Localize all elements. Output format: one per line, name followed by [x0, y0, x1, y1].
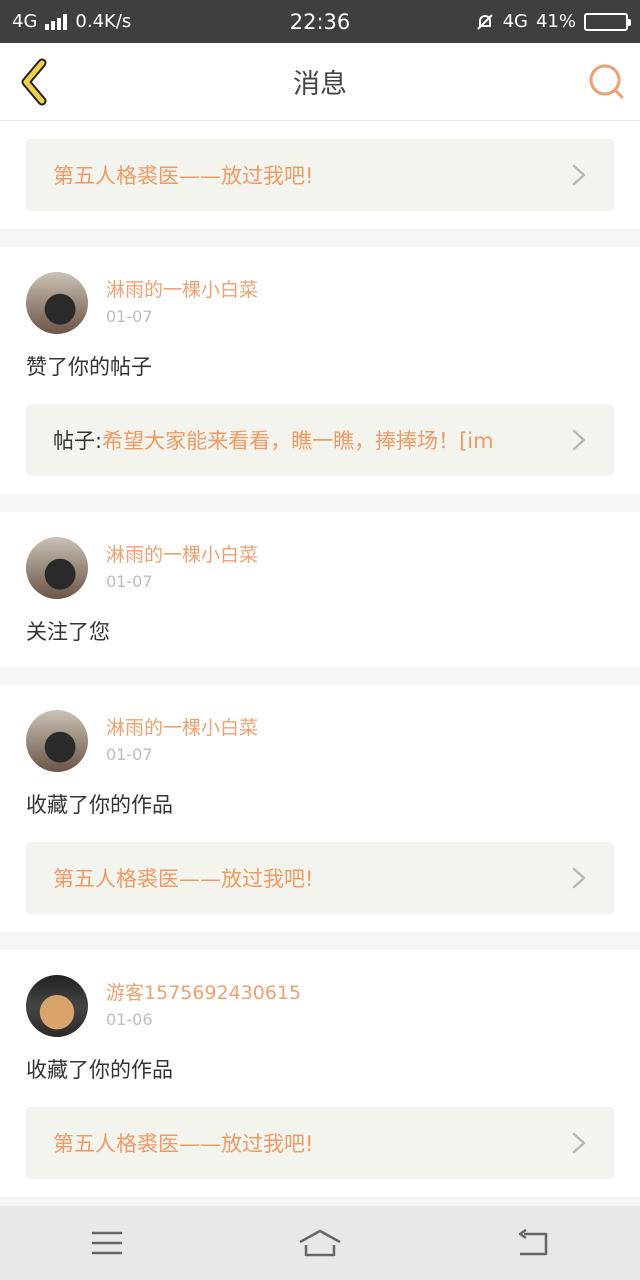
message-action: 赞了你的帖子: [26, 355, 152, 379]
chevron-right-icon: [572, 867, 586, 889]
work-link[interactable]: 第五人格裘医——放过我吧!: [26, 842, 614, 914]
status-bar: 4G 0.4K/s 22:36 4G 41%: [0, 0, 640, 43]
battery-percent: 41%: [535, 11, 576, 32]
top-navbar: 消息: [0, 43, 640, 121]
list-item: 淋雨的一棵小白菜 01-07 赞了你的帖子 帖子:希望大家能来看看，瞧一瞧，捧捧…: [0, 247, 640, 494]
list-item: 淋雨的一棵小白菜 01-07 关注了您: [0, 512, 640, 667]
message-action: 关注了您: [26, 620, 110, 644]
username[interactable]: 淋雨的一棵小白菜: [106, 542, 258, 568]
menu-icon: [91, 1231, 122, 1255]
search-icon[interactable]: [586, 61, 626, 101]
network-label: 4G: [12, 11, 38, 32]
menu-button[interactable]: [77, 1221, 137, 1265]
home-icon: [299, 1229, 341, 1257]
page-title: 消息: [293, 69, 347, 100]
work-link[interactable]: 第五人格裘医——放过我吧!: [26, 1107, 614, 1179]
back-icon: [519, 1229, 548, 1256]
system-nav-bar: [0, 1206, 640, 1280]
chevron-right-icon: [572, 429, 586, 451]
message-date: 01-06: [106, 1010, 153, 1029]
list-item: 游客1575692430615 01-06 收藏了你的作品 第五人格裘医——放过…: [0, 950, 640, 1197]
bell-muted-icon: [476, 13, 493, 30]
message-date: 01-07: [106, 745, 153, 764]
post-link-title: 希望大家能来看看，瞧一瞧，捧捧场！[im: [102, 429, 494, 453]
status-right: 4G 41%: [475, 11, 631, 32]
username[interactable]: 淋雨的一棵小白菜: [106, 277, 258, 303]
chevron-right-icon: [572, 1132, 586, 1154]
signal-icon: [45, 13, 68, 30]
message-date: 01-07: [106, 572, 153, 591]
battery-icon: [584, 12, 631, 31]
back-chevron-icon[interactable]: [14, 57, 54, 107]
message-action: 收藏了你的作品: [26, 793, 173, 817]
system-back-button[interactable]: [503, 1221, 563, 1265]
username[interactable]: 游客1575692430615: [106, 980, 301, 1006]
post-link-text: 帖子:希望大家能来看看，瞧一瞧，捧捧场！[im: [53, 425, 556, 455]
avatar[interactable]: [26, 537, 88, 599]
work-link-text: 第五人格裘医——放过我吧!: [53, 867, 314, 891]
list-item: 淋雨的一棵小白菜 01-07 收藏了你的作品 第五人格裘医——放过我吧!: [0, 685, 640, 932]
message-list[interactable]: 第五人格裘医——放过我吧! 淋雨的一棵小白菜 01-07 赞了你的帖子 帖子:希…: [0, 121, 640, 1206]
network-speed: 0.4K/s: [75, 11, 132, 32]
list-item: 第五人格裘医——放过我吧!: [0, 121, 640, 229]
chevron-right-icon: [572, 164, 586, 186]
avatar[interactable]: [26, 710, 88, 772]
home-button[interactable]: [290, 1221, 350, 1265]
message-date: 01-07: [106, 307, 153, 326]
post-link[interactable]: 帖子:希望大家能来看看，瞧一瞧，捧捧场！[im: [26, 404, 614, 476]
status-left: 4G 0.4K/s: [12, 11, 131, 32]
work-link-text: 第五人格裘医——放过我吧!: [53, 164, 314, 188]
avatar[interactable]: [26, 272, 88, 334]
post-link-prefix: 帖子:: [53, 429, 103, 453]
message-action: 收藏了你的作品: [26, 1058, 173, 1082]
work-link-text: 第五人格裘医——放过我吧!: [53, 1132, 314, 1156]
work-link[interactable]: 第五人格裘医——放过我吧!: [26, 139, 614, 211]
avatar[interactable]: [26, 975, 88, 1037]
network-label-right: 4G: [502, 11, 528, 32]
username[interactable]: 淋雨的一棵小白菜: [106, 715, 258, 741]
